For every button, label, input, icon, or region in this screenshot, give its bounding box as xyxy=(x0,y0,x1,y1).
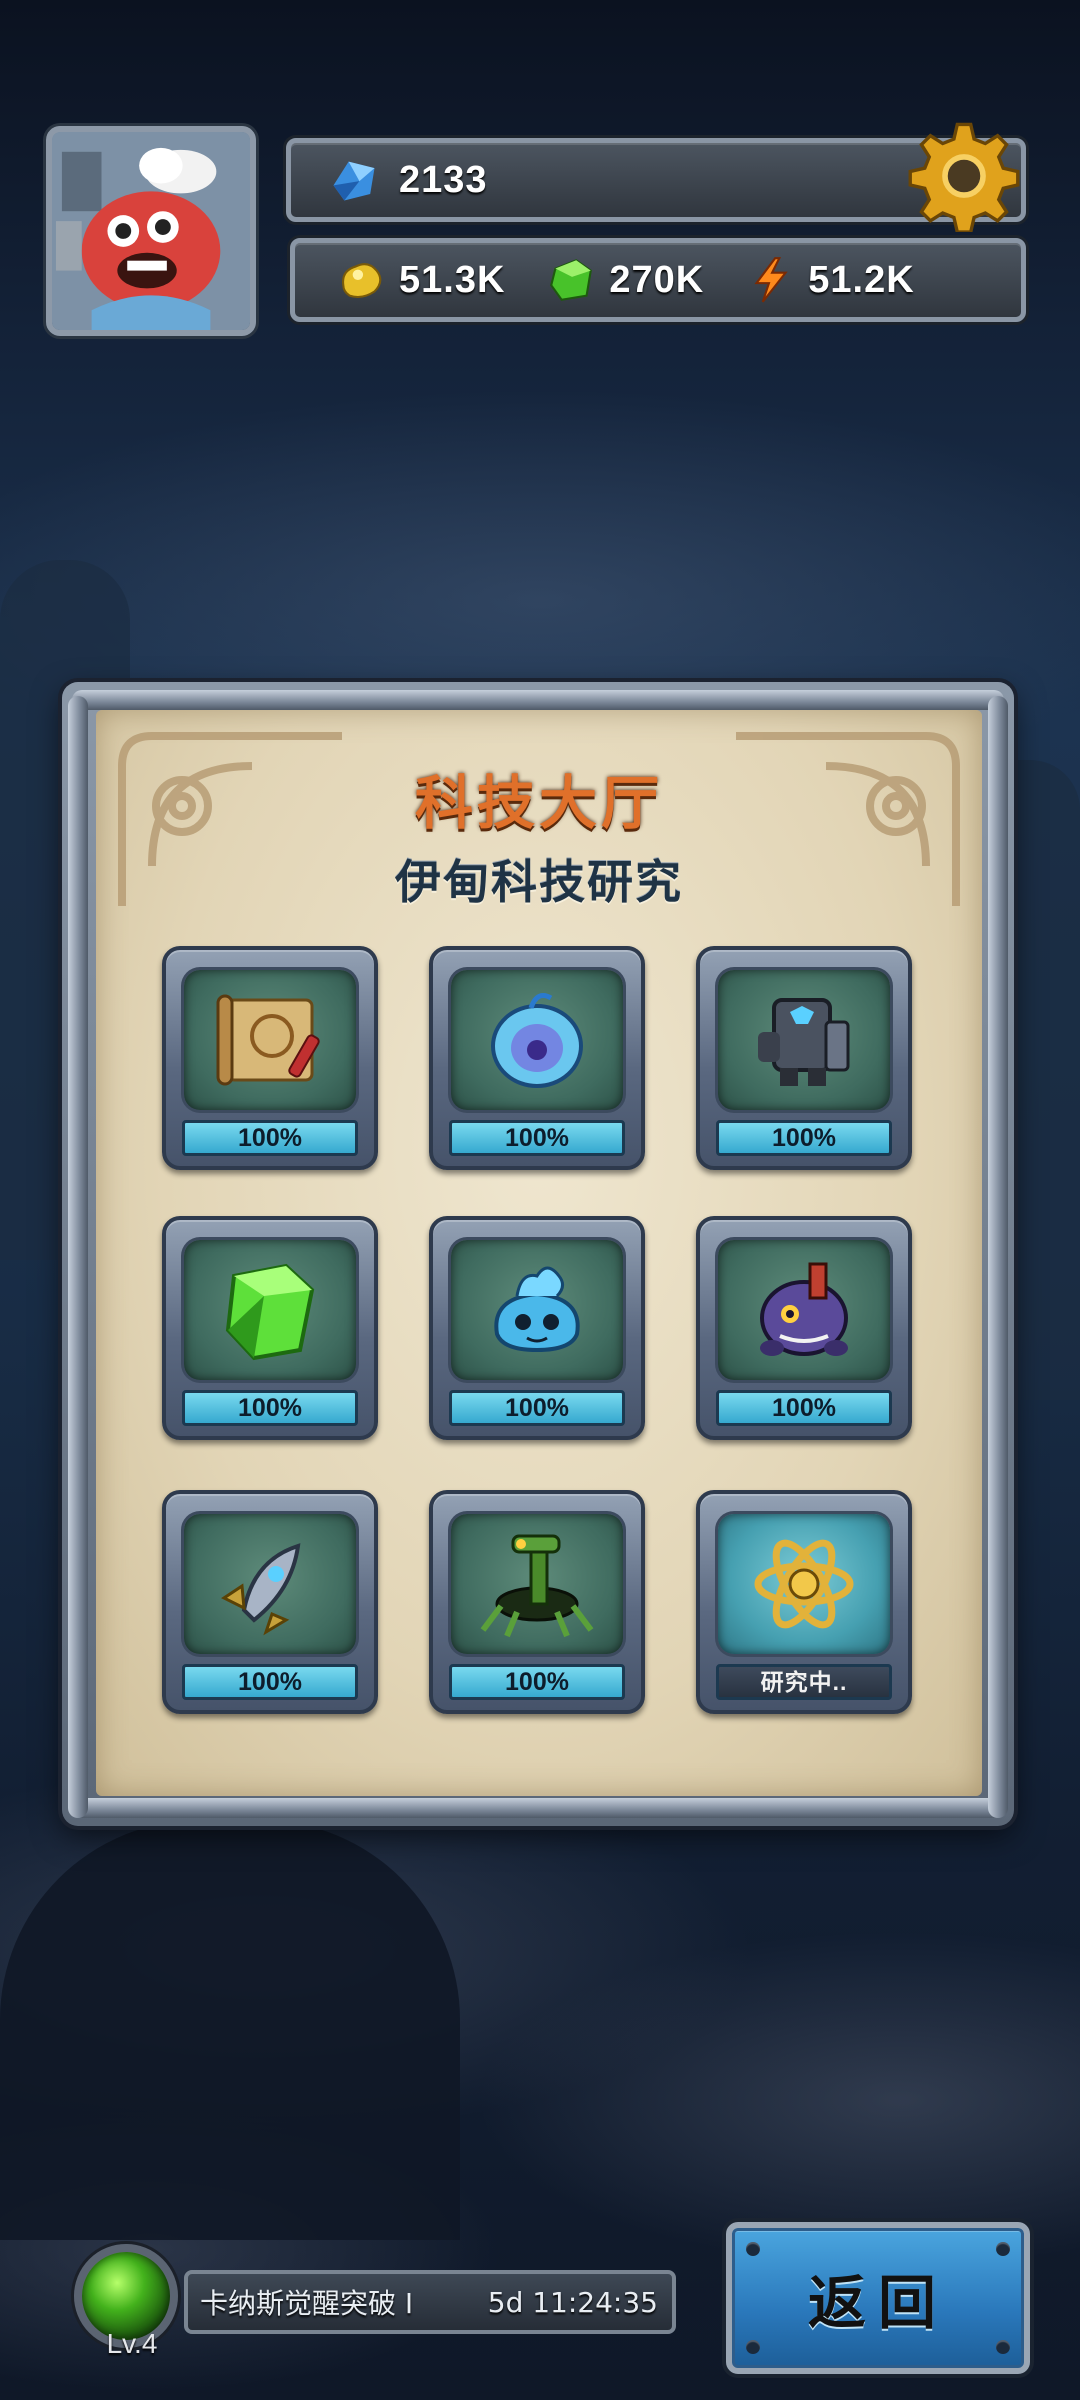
robot-armor-icon xyxy=(758,998,850,1086)
rivet xyxy=(996,2242,1010,2256)
energy-count: 51.2K xyxy=(808,258,915,301)
gems-count: 2133 xyxy=(399,158,488,201)
rivet xyxy=(746,2242,760,2256)
gold-resource[interactable]: 51.3K xyxy=(335,254,505,306)
tech-slot-atom-researching[interactable]: 研究中.. xyxy=(696,1490,912,1714)
panel-subtitle: 伊甸科技研究 xyxy=(395,855,683,909)
slot-progress-label: 100% xyxy=(449,1664,625,1700)
spaceship-icon xyxy=(221,1543,301,1636)
quest-bar[interactable]: 卡纳斯觉醒突破 Ⅰ 5d 11:24:35 xyxy=(184,2270,676,2334)
blue-gem-icon xyxy=(333,161,375,201)
purple-tank-creature-icon xyxy=(760,1262,848,1356)
quest-name: 卡纳斯觉醒突破 Ⅰ xyxy=(200,2287,414,2320)
green-crystal-icon xyxy=(550,259,593,301)
gold-ore-icon xyxy=(342,263,382,299)
lightning-icon xyxy=(754,257,788,303)
crystal-count: 270K xyxy=(609,258,705,301)
blue-slime-creature-icon xyxy=(494,1266,580,1353)
tech-slot-slime[interactable]: 100% xyxy=(429,1216,645,1440)
tech-slot-ship[interactable]: 100% xyxy=(162,1490,378,1714)
tech-slot-mech[interactable]: 100% xyxy=(429,1490,645,1714)
slot-progress-label: 100% xyxy=(182,1390,358,1426)
settings-button[interactable] xyxy=(908,120,1020,234)
slot-progress-label: 100% xyxy=(449,1390,625,1426)
slot-progress-label: 100% xyxy=(449,1120,625,1156)
back-button[interactable]: 返回 xyxy=(726,2222,1030,2374)
gear-icon xyxy=(908,122,1020,234)
slot-progress-label: 100% xyxy=(716,1390,892,1426)
frame-pipe xyxy=(72,690,1004,710)
quest-timer: 5d 11:24:35 xyxy=(487,2285,658,2319)
frame-pipe xyxy=(988,696,1008,1818)
slot-progress-label: 100% xyxy=(182,1664,358,1700)
tech-slot-crystal[interactable]: 100% xyxy=(162,1216,378,1440)
treasure-map-icon xyxy=(216,994,320,1086)
mech-spider-icon xyxy=(480,1534,594,1638)
player-avatar[interactable] xyxy=(46,126,256,336)
rivet xyxy=(746,2340,760,2354)
tech-slot-map[interactable]: 100% xyxy=(162,946,378,1170)
rivet xyxy=(996,2340,1010,2354)
gold-count: 51.3K xyxy=(399,258,506,301)
background-dome xyxy=(0,1820,460,2240)
resources-bar: 51.3K 270K 51.2K xyxy=(290,238,1026,322)
back-button-label: 返回 xyxy=(807,2269,948,2337)
octopus-chef-portrait-icon xyxy=(52,132,250,330)
slot-progress-label: 100% xyxy=(716,1120,892,1156)
tech-slot-robot[interactable]: 100% xyxy=(696,946,912,1170)
slot-progress-label: 100% xyxy=(182,1120,358,1156)
panel-title: 科技大厅 xyxy=(414,769,663,837)
crystal-resource[interactable]: 270K xyxy=(545,254,704,306)
frame-pipe xyxy=(68,696,88,1818)
tech-slot-tank[interactable]: 100% xyxy=(696,1216,912,1440)
quest-level: Lv.4 xyxy=(106,2328,158,2359)
energy-resource[interactable]: 51.2K xyxy=(744,254,914,306)
slot-research-status: 研究中.. xyxy=(716,1664,892,1700)
frame-pipe xyxy=(72,1798,1004,1818)
tech-slot-orb[interactable]: 100% xyxy=(429,946,645,1170)
blue-orb-creature-icon xyxy=(491,993,583,1088)
green-crystal-icon xyxy=(225,1263,315,1361)
golden-atom-icon xyxy=(754,1539,854,1629)
